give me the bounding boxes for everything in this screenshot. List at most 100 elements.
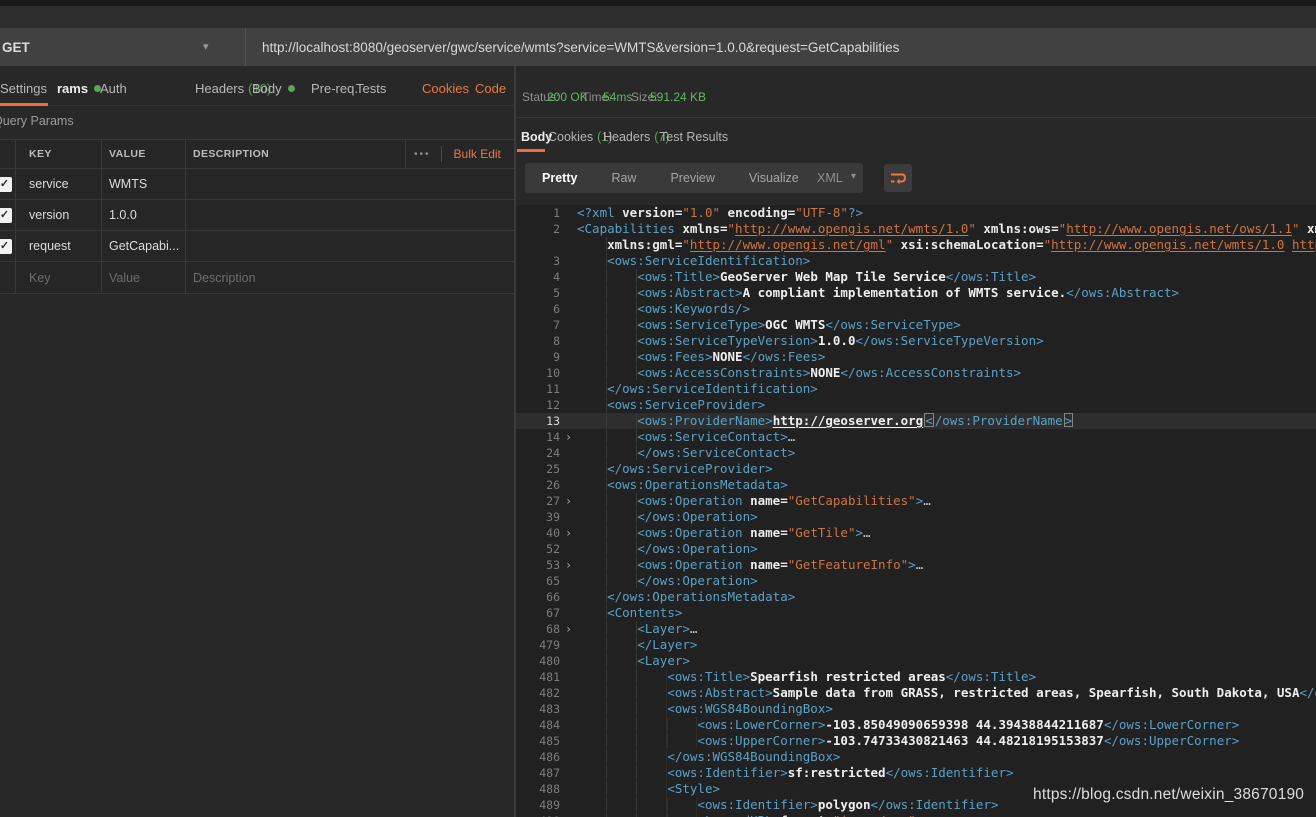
code-token: xmlns:xlink=: [1300, 221, 1316, 236]
request-tab-tests[interactable]: Tests: [356, 81, 386, 96]
param-key-cell[interactable]: service: [16, 169, 102, 199]
fold-arrow-icon[interactable]: ›: [560, 557, 577, 573]
line-number: 6: [516, 301, 560, 317]
code-token: [577, 669, 667, 684]
code-text: <ows:Title>Spearfish restricted areas</o…: [577, 669, 1316, 685]
param-description-cell[interactable]: [186, 231, 406, 261]
url-link[interactable]: http://www.opengis.net/wmts/1.0: [735, 221, 968, 236]
code-token: NONE: [712, 349, 742, 364]
request-tab-prereq[interactable]: Pre-req.: [311, 81, 358, 96]
code-line: 481 <ows:Title>Spearfish restricted area…: [516, 669, 1316, 685]
param-value-value: GetCapabi...: [109, 239, 179, 253]
request-tab-body[interactable]: Body: [252, 81, 295, 96]
fold-gutter: [560, 733, 577, 749]
checkbox-checked-icon[interactable]: ✓: [0, 239, 12, 254]
param-key-cell[interactable]: version: [16, 200, 102, 230]
view-mode-preview[interactable]: Preview: [653, 163, 731, 193]
line-number: 25: [516, 461, 560, 477]
view-mode-visualize[interactable]: Visualize: [732, 163, 816, 193]
code-text: <LegendURL format="image/png": [577, 813, 1316, 817]
param-description-input[interactable]: Description: [186, 262, 406, 293]
code-line: 479 </Layer>: [516, 637, 1316, 653]
code-token: …: [690, 621, 698, 636]
param-description-cell[interactable]: [186, 169, 406, 199]
request-tab-rams[interactable]: rams: [57, 81, 101, 96]
param-value-cell[interactable]: GetCapabi...: [102, 231, 186, 261]
code-line: 487 <ows:Identifier>sf:restricted</ows:I…: [516, 765, 1316, 781]
line-number: 7: [516, 317, 560, 333]
line-number: 482: [516, 685, 560, 701]
code-text: <ows:Fees>NONE</ows:Fees>: [577, 349, 1316, 365]
param-key-cell[interactable]: request: [16, 231, 102, 261]
more-options-icon[interactable]: •••: [414, 149, 431, 160]
wrap-text-button[interactable]: [884, 164, 912, 192]
response-tab-bar: BodyCookies(1)Headers(7)Test Results: [516, 118, 1316, 152]
request-url-input[interactable]: http://localhost:8080/geoserver/gwc/serv…: [262, 40, 899, 55]
code-token: -103.74733430821463 44.48218195153837: [825, 733, 1103, 748]
code-text: <ows:ServiceContact>…: [577, 429, 1316, 445]
code-text: </ows:OperationsMetadata>: [577, 589, 1316, 605]
code-text: <ows:ServiceIdentification>: [577, 253, 1316, 269]
code-token: …: [916, 557, 924, 572]
code-token: A compliant implementation of WMTS servi…: [743, 285, 1067, 300]
fold-arrow-icon[interactable]: ›: [560, 429, 577, 445]
cookies-link[interactable]: Cookies: [422, 81, 469, 96]
request-panel: Cookies Code ramsAuthHeaders(10)BodyPre-…: [0, 66, 514, 817]
url-link[interactable]: http://geoserver.org: [773, 413, 924, 428]
code-token: </ows:ServiceProvider>: [607, 461, 773, 476]
code-token: [577, 349, 637, 364]
checkbox-checked-icon[interactable]: ✓: [0, 177, 12, 192]
code-token: [577, 605, 607, 620]
description-placeholder: Description: [193, 271, 256, 285]
code-token: ": [728, 221, 736, 236]
code-line: 25 </ows:ServiceProvider>: [516, 461, 1316, 477]
code-token: [577, 285, 637, 300]
code-text: <ows:UpperCorner>-103.74733430821463 44.…: [577, 733, 1316, 749]
code-text: <Layer>: [577, 653, 1316, 669]
line-number: 24: [516, 445, 560, 461]
fold-arrow-icon[interactable]: ›: [560, 493, 577, 509]
url-link[interactable]: http://schemas.ope: [1292, 237, 1316, 252]
format-dropdown[interactable]: XML ▾: [805, 163, 863, 193]
code-token: [577, 461, 607, 476]
response-tab-testresults[interactable]: Test Results: [660, 130, 728, 144]
request-tab-settings[interactable]: Settings: [0, 81, 47, 96]
code-token: </ows:Fees>: [743, 349, 826, 364]
query-params-table: KEY VALUE DESCRIPTION ••• Bulk Edit ✓ser…: [0, 139, 514, 294]
view-mode-raw[interactable]: Raw: [594, 163, 653, 193]
param-key-value: request: [29, 239, 71, 253]
code-text: <ows:Title>GeoServer Web Map Tile Servic…: [577, 269, 1316, 285]
param-value-input[interactable]: Value: [102, 262, 186, 293]
url-link[interactable]: http://www.opengis.net/ows/1.1: [1066, 221, 1292, 236]
code-token: <ows:UpperCorner>: [697, 733, 825, 748]
fold-arrow-icon[interactable]: ›: [560, 621, 577, 637]
param-value-cell[interactable]: 1.0.0: [102, 200, 186, 230]
url-link[interactable]: http://www.opengis.net/gml: [690, 237, 886, 252]
url-link[interactable]: http://www.opengis.net/wmts/1.0: [1051, 237, 1284, 252]
fold-gutter: [560, 349, 577, 365]
code-token: <ows:ServiceType>: [637, 317, 765, 332]
code-link[interactable]: Code: [475, 81, 506, 96]
param-key-input[interactable]: Key: [16, 262, 102, 293]
code-line: 8 <ows:ServiceTypeVersion>1.0.0</ows:Ser…: [516, 333, 1316, 349]
request-tab-label: Auth: [100, 81, 127, 96]
fold-gutter: [560, 477, 577, 493]
request-tab-auth[interactable]: Auth: [100, 81, 127, 96]
param-value-cell[interactable]: WMTS: [102, 169, 186, 199]
code-token: [577, 557, 637, 572]
code-token: </ows:Abstract>: [1299, 685, 1316, 700]
param-description-cell[interactable]: [186, 200, 406, 230]
fold-arrow-icon[interactable]: ›: [560, 525, 577, 541]
bulk-edit-button[interactable]: Bulk Edit: [454, 147, 501, 161]
code-line: 52 </ows:Operation>: [516, 541, 1316, 557]
line-number: 52: [516, 541, 560, 557]
checkbox-checked-icon[interactable]: ✓: [0, 208, 12, 223]
view-mode-pretty[interactable]: Pretty: [525, 163, 594, 193]
code-token: [577, 365, 637, 380]
method-selector[interactable]: GET: [2, 40, 30, 55]
line-number: 11: [516, 381, 560, 397]
fold-gutter: [560, 637, 577, 653]
code-token: ?>: [848, 205, 863, 220]
request-tab-label: Tests: [356, 81, 386, 96]
response-body-viewer[interactable]: 1<?xml version="1.0" encoding="UTF-8"?>2…: [516, 205, 1316, 817]
